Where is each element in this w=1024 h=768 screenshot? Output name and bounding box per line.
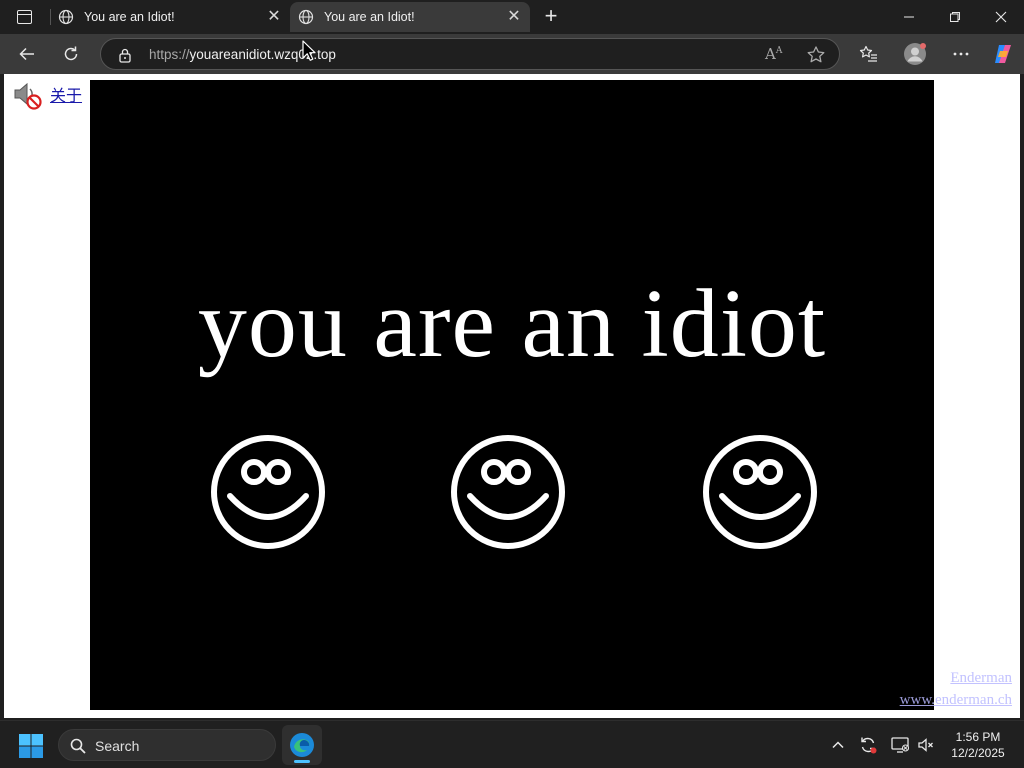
url-scheme: https://: [149, 47, 190, 62]
browser-toolbar: https://youareanidiot.wzq02.top AA: [0, 34, 1024, 74]
copilot-button[interactable]: [988, 39, 1018, 69]
show-hidden-icons-button[interactable]: [828, 735, 848, 755]
tab-strip: You are an Idiot! ✕ You are an Idiot! ✕ …: [0, 0, 1024, 34]
network-tray-button[interactable]: [890, 735, 910, 755]
favorite-star-icon[interactable]: [805, 44, 827, 66]
system-clock[interactable]: 1:56 PM 12/2/2025: [940, 729, 1016, 761]
avatar: [904, 43, 926, 65]
tab-title: You are an Idiot!: [84, 10, 175, 24]
taskbar-edge-button[interactable]: [282, 725, 322, 765]
read-aloud-icon[interactable]: AA: [765, 45, 785, 65]
windows-start-icon[interactable]: [18, 733, 44, 759]
speaker-muted-icon[interactable]: [12, 80, 42, 110]
tab-actions-icon: [16, 10, 32, 24]
about-link[interactable]: 关于: [50, 82, 82, 106]
profile-button[interactable]: [900, 39, 930, 69]
update-icon: [861, 737, 877, 754]
close-tab-icon[interactable]: ✕: [266, 9, 282, 25]
clock-time: 1:56 PM: [955, 730, 1001, 744]
taskbar: Search 1:56 PM 12/2/2025: [0, 720, 1024, 768]
watermark-name-link[interactable]: Enderman: [950, 670, 1012, 687]
lock-icon[interactable]: [117, 47, 133, 63]
copilot-icon: [995, 45, 1011, 63]
favorites-list-icon: [859, 45, 877, 62]
smiley-face-icon: [703, 435, 817, 549]
refresh-icon: [64, 46, 78, 61]
tab-2-active[interactable]: You are an Idiot! ✕: [290, 2, 530, 32]
smiley-face-icon: [451, 435, 565, 549]
idiot-message: you are an idiot: [197, 270, 827, 378]
web-page: 关于 you are an idiot Enderman www.enderma…: [4, 74, 1020, 718]
settings-more-button[interactable]: [946, 39, 976, 69]
address-bar[interactable]: https://youareanidiot.wzq02.top AA: [100, 38, 840, 70]
back-button[interactable]: [12, 39, 42, 69]
globe-icon: [58, 9, 74, 25]
mouse-cursor-icon: [302, 40, 316, 61]
restore-button[interactable]: [932, 0, 978, 34]
restore-icon: [950, 12, 960, 22]
search-label: Search: [95, 738, 140, 754]
tab-actions-button[interactable]: [8, 4, 40, 30]
favorites-button[interactable]: [854, 39, 884, 69]
watermark-url-link[interactable]: www.enderman.ch: [900, 692, 1012, 709]
smiley-face-icon: [211, 435, 325, 549]
more-dots-icon: [953, 52, 969, 56]
running-indicator: [294, 760, 310, 763]
minimize-button[interactable]: [886, 0, 932, 34]
globe-icon: [298, 9, 314, 25]
clock-date: 12/2/2025: [951, 746, 1005, 760]
idiot-stage[interactable]: you are an idiot: [90, 80, 934, 710]
close-tab-icon[interactable]: ✕: [506, 9, 522, 25]
volume-tray-button[interactable]: [916, 735, 936, 755]
edge-icon: [290, 733, 314, 757]
back-arrow-icon: [19, 47, 34, 61]
close-window-button[interactable]: [978, 0, 1024, 34]
tab-1[interactable]: You are an Idiot! ✕: [50, 2, 290, 32]
minimize-icon: [904, 16, 914, 18]
update-tray-button[interactable]: [858, 735, 878, 755]
taskbar-search-box[interactable]: Search: [58, 729, 276, 761]
network-icon: [891, 737, 910, 753]
new-tab-button[interactable]: +: [540, 5, 562, 28]
tab-title: You are an Idiot!: [324, 10, 415, 24]
volume-muted-icon: [918, 738, 933, 752]
chevron-up-icon: [832, 741, 844, 749]
close-icon: [995, 11, 1007, 23]
search-icon: [70, 738, 86, 754]
read-aloud-label: A: [765, 45, 776, 63]
refresh-button[interactable]: [56, 39, 86, 69]
